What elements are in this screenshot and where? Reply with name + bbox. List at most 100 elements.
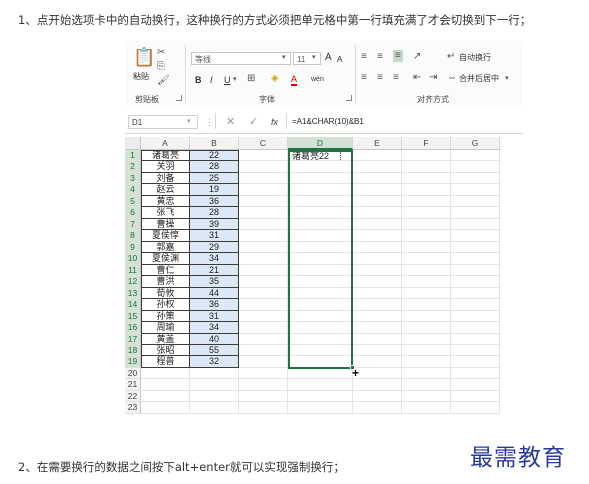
cell[interactable] <box>239 356 288 368</box>
border-icon[interactable]: ⊞ <box>247 73 255 85</box>
cell[interactable] <box>451 356 500 368</box>
italic-button[interactable]: I <box>210 74 213 86</box>
cell[interactable] <box>288 253 353 265</box>
cell[interactable] <box>239 299 288 311</box>
name-cell[interactable]: 张昭 <box>141 344 190 357</box>
cell[interactable] <box>402 390 451 403</box>
name-cell[interactable]: 诸葛亮 <box>141 150 190 162</box>
value-cell[interactable]: 22 <box>190 150 239 162</box>
formula-input[interactable]: =A1&CHAR(10)&B1 <box>292 115 364 129</box>
row-header[interactable]: 9 <box>125 241 141 254</box>
cell[interactable] <box>402 253 451 265</box>
value-cell[interactable]: 28 <box>190 207 239 219</box>
row-header[interactable]: 11 <box>125 264 141 277</box>
name-cell[interactable]: 曹洪 <box>141 276 190 288</box>
cell[interactable] <box>288 390 353 403</box>
cell[interactable] <box>239 184 288 196</box>
cell[interactable] <box>451 344 500 357</box>
cell[interactable] <box>239 310 288 323</box>
cell[interactable] <box>239 287 288 300</box>
cell[interactable] <box>402 264 451 277</box>
cell[interactable] <box>353 333 402 345</box>
cell[interactable] <box>288 184 353 196</box>
merge-center-button[interactable]: 合并后居中 <box>459 73 499 85</box>
cell[interactable] <box>353 402 402 414</box>
cell[interactable] <box>288 161 353 173</box>
cell[interactable] <box>402 356 451 368</box>
cell[interactable] <box>353 172 402 185</box>
value-cell[interactable]: 32 <box>190 356 239 368</box>
value-cell[interactable]: 21 <box>190 264 239 277</box>
row-header[interactable]: 6 <box>125 207 141 219</box>
cell[interactable] <box>402 276 451 288</box>
row-header[interactable]: 7 <box>125 218 141 231</box>
align-right-icon[interactable]: ≡ <box>393 72 399 84</box>
chevron-down-icon[interactable]: ▾ <box>233 74 237 86</box>
chevron-down-icon[interactable]: ▾ <box>505 73 509 85</box>
cell[interactable] <box>239 276 288 288</box>
cell[interactable] <box>353 264 402 277</box>
cell[interactable] <box>353 241 402 254</box>
cell[interactable] <box>451 195 500 208</box>
row-header[interactable]: 17 <box>125 333 141 345</box>
column-header-g[interactable]: G <box>451 137 500 150</box>
row-header[interactable]: 10 <box>125 253 141 265</box>
name-cell[interactable]: 刘备 <box>141 172 190 185</box>
clipboard-launcher-icon[interactable] <box>176 95 182 101</box>
column-header-d[interactable]: D <box>288 137 353 150</box>
value-cell[interactable]: 31 <box>190 310 239 323</box>
cell[interactable] <box>239 150 288 162</box>
row-header[interactable]: 3 <box>125 172 141 185</box>
copy-icon[interactable]: ⎘ <box>157 61 165 73</box>
name-cell[interactable]: 夏侯惇 <box>141 230 190 242</box>
align-top-icon[interactable]: ≡ <box>361 51 367 63</box>
cell[interactable] <box>288 310 353 323</box>
column-header-c[interactable]: C <box>239 137 288 150</box>
cell[interactable] <box>353 161 402 173</box>
value-cell[interactable]: 25 <box>190 172 239 185</box>
name-cell[interactable]: 黄忠 <box>141 195 190 208</box>
cell[interactable] <box>190 402 239 414</box>
cell[interactable] <box>353 379 402 391</box>
row-header[interactable]: 21 <box>125 379 141 391</box>
cell[interactable] <box>353 322 402 334</box>
align-left-icon[interactable]: ≡ <box>361 72 367 84</box>
row-header[interactable]: 16 <box>125 322 141 334</box>
cell[interactable] <box>239 195 288 208</box>
insert-function-button[interactable]: fx <box>271 115 278 129</box>
cell[interactable] <box>451 287 500 300</box>
cell[interactable] <box>402 195 451 208</box>
cell[interactable] <box>141 379 190 391</box>
cell[interactable] <box>353 367 402 380</box>
wrap-text-button[interactable]: 自动换行 <box>459 52 491 64</box>
cell[interactable] <box>353 390 402 403</box>
value-cell[interactable]: 34 <box>190 253 239 265</box>
cell[interactable] <box>353 184 402 196</box>
font-launcher-icon[interactable] <box>346 95 352 101</box>
chevron-down-icon[interactable]: ▾ <box>312 52 316 64</box>
name-cell[interactable]: 郭嘉 <box>141 241 190 254</box>
cell[interactable] <box>451 161 500 173</box>
cell[interactable] <box>288 367 353 380</box>
cell[interactable] <box>402 322 451 334</box>
cell[interactable] <box>402 379 451 391</box>
cancel-icon[interactable]: ✕ <box>226 115 235 129</box>
name-cell[interactable]: 孙策 <box>141 310 190 323</box>
cell[interactable] <box>353 310 402 323</box>
cell[interactable] <box>451 379 500 391</box>
cell[interactable] <box>451 150 500 162</box>
cell[interactable] <box>353 195 402 208</box>
paste-icon[interactable]: 📋 <box>133 47 155 67</box>
cell[interactable] <box>141 402 190 414</box>
cell[interactable] <box>190 367 239 380</box>
row-header[interactable]: 23 <box>125 402 141 414</box>
enter-icon[interactable]: ✓ <box>249 115 258 129</box>
cell[interactable] <box>288 241 353 254</box>
name-cell[interactable]: 夏侯渊 <box>141 253 190 265</box>
cell[interactable] <box>288 195 353 208</box>
wrap-text-icon[interactable]: ↵ <box>447 51 455 63</box>
row-header[interactable]: 13 <box>125 287 141 300</box>
value-cell[interactable]: 40 <box>190 333 239 345</box>
name-cell[interactable]: 黄盖 <box>141 333 190 345</box>
font-grow-button[interactable]: A <box>325 52 332 64</box>
